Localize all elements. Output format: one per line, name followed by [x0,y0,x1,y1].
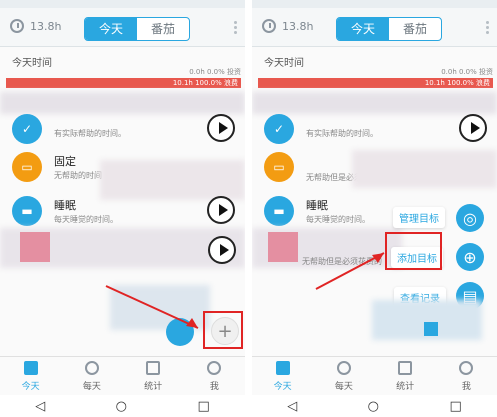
tab-today[interactable]: 今天 [85,18,137,40]
item-desc: 每天睡觉的时间。 [306,215,370,224]
more-menu-icon[interactable] [234,21,237,35]
waste-bar: 10.1h 100.0% 浪费 [6,78,241,88]
back-icon[interactable]: ◁ [287,399,297,414]
person-icon [459,361,474,375]
manage-goals-button[interactable]: 管理目标 [393,207,445,228]
clock-icon [262,19,276,33]
nav-stats[interactable]: 统计 [123,357,184,395]
calendar-icon [275,361,290,375]
tab-group: 今天 番茄 [84,17,190,41]
nav-daily[interactable]: 每天 [61,357,122,395]
list-item[interactable]: ✓ 有实际帮助的时间。 [252,110,497,152]
home-icon[interactable]: ○ [368,399,379,414]
nav-daily[interactable]: 每天 [313,357,374,395]
bed-icon: ▬ [264,196,294,226]
header: 13.8h 今天 番茄 [252,8,497,47]
invest-icon: ✓ [12,114,42,144]
section-title: 今天时间 [264,58,304,69]
monitor-icon: ▭ [264,152,294,182]
nav-me[interactable]: 我 [436,357,497,395]
monitor-icon: ▭ [12,152,42,182]
total-hours: 13.8h [30,20,62,33]
highlight-box [385,232,442,270]
back-icon[interactable]: ◁ [35,399,45,414]
system-nav: ◁ ○ □ [252,395,497,417]
item-desc: 无帮助的时间 [54,171,102,180]
invest-icon: ✓ [264,114,294,144]
nav-today[interactable]: 今天 [0,357,61,395]
nav-me[interactable]: 我 [184,357,245,395]
pie-icon [84,361,99,375]
header: 13.8h 今天 番茄 [0,8,245,47]
person-icon [207,361,222,375]
nav-today[interactable]: 今天 [252,357,313,395]
section-title: 今天时间 [12,58,52,69]
bar-chart-icon [146,361,161,375]
nav-stats[interactable]: 统计 [375,357,436,395]
item-title: 固定 [54,155,76,168]
waste-bar-label: 10.1h 100.0% 浪费 [172,79,238,87]
total-hours: 13.8h [282,20,314,33]
recents-icon[interactable]: □ [197,399,209,414]
item-desc: 每天睡觉的时间。 [54,215,118,224]
item-title: 睡眠 [306,199,328,212]
mosaic-block [424,322,438,336]
recents-icon[interactable]: □ [449,399,461,414]
system-nav: ◁ ○ □ [0,395,245,417]
play-button[interactable] [208,236,236,264]
bed-icon: ▬ [12,196,42,226]
bottom-nav: 今天 每天 统计 我 [252,356,497,395]
tab-tomato[interactable]: 番茄 [137,18,189,40]
screen-right: 13.8h 今天 番茄 今天时间 0.0h 0.0% 投资 10.1h 100.… [252,0,497,417]
play-button[interactable] [207,196,235,224]
clock-icon [10,19,24,33]
arrow-icon [105,285,199,329]
status-bar [0,0,245,8]
tab-tomato[interactable]: 番茄 [389,18,441,40]
mosaic-block [20,232,50,262]
invest-bar-label: 0.0h 0.0% 投资 [189,68,241,76]
globe-icon[interactable]: ◎ [456,204,484,232]
item-desc: 有实际帮助的时间。 [54,129,126,138]
bar-chart-icon [398,361,413,375]
play-button[interactable] [459,114,487,142]
tab-group: 今天 番茄 [336,17,442,41]
invest-bar-label: 0.0h 0.0% 投资 [441,68,493,76]
item-title: 睡眠 [54,199,76,212]
divider [245,0,252,417]
pie-icon [336,361,351,375]
item-desc: 有实际帮助的时间。 [306,129,378,138]
tab-today[interactable]: 今天 [337,18,389,40]
blur-overlay [352,150,497,188]
play-button[interactable] [207,114,235,142]
arrow-icon [315,252,385,290]
list-item[interactable]: ✓ 有实际帮助的时间。 [0,110,245,152]
home-icon[interactable]: ○ [116,399,127,414]
status-bar [252,0,497,8]
calendar-icon [23,361,38,375]
waste-bar-label: 10.1h 100.0% 浪费 [424,79,490,87]
bottom-nav: 今天 每天 统计 我 [0,356,245,395]
more-menu-icon[interactable] [486,21,489,35]
mosaic-block [268,232,298,262]
waste-bar: 10.1h 100.0% 浪费 [258,78,493,88]
target-icon[interactable]: ⊕ [456,243,484,271]
screen-left: 13.8h 今天 番茄 今天时间 0.0h 0.0% 投资 10.1h 100.… [0,0,245,417]
